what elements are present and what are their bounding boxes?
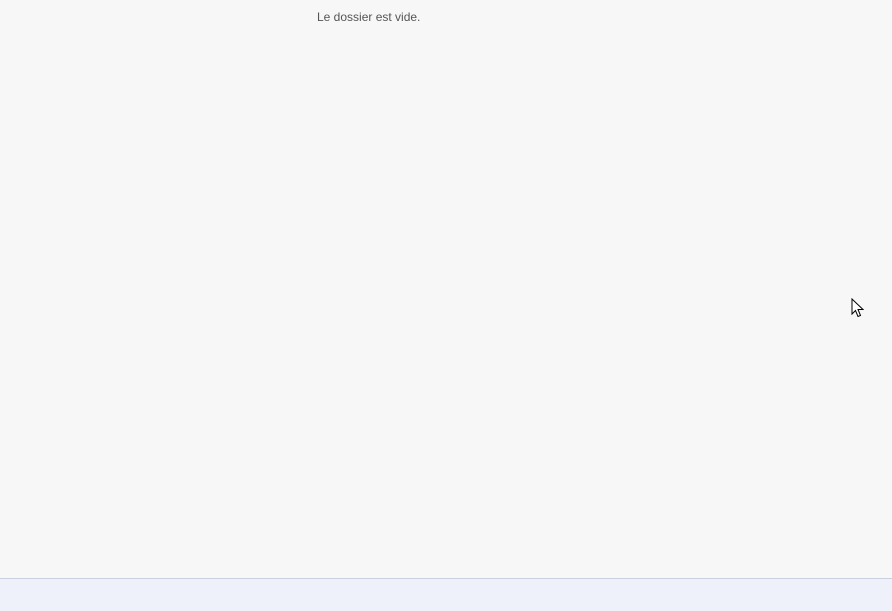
mouse-pointer-icon [851,298,864,318]
file-explorer-window: Le dossier est vide. [0,0,892,611]
status-bar [0,578,892,611]
folder-content-area[interactable]: Le dossier est vide. [0,0,892,578]
empty-folder-message: Le dossier est vide. [317,10,421,24]
